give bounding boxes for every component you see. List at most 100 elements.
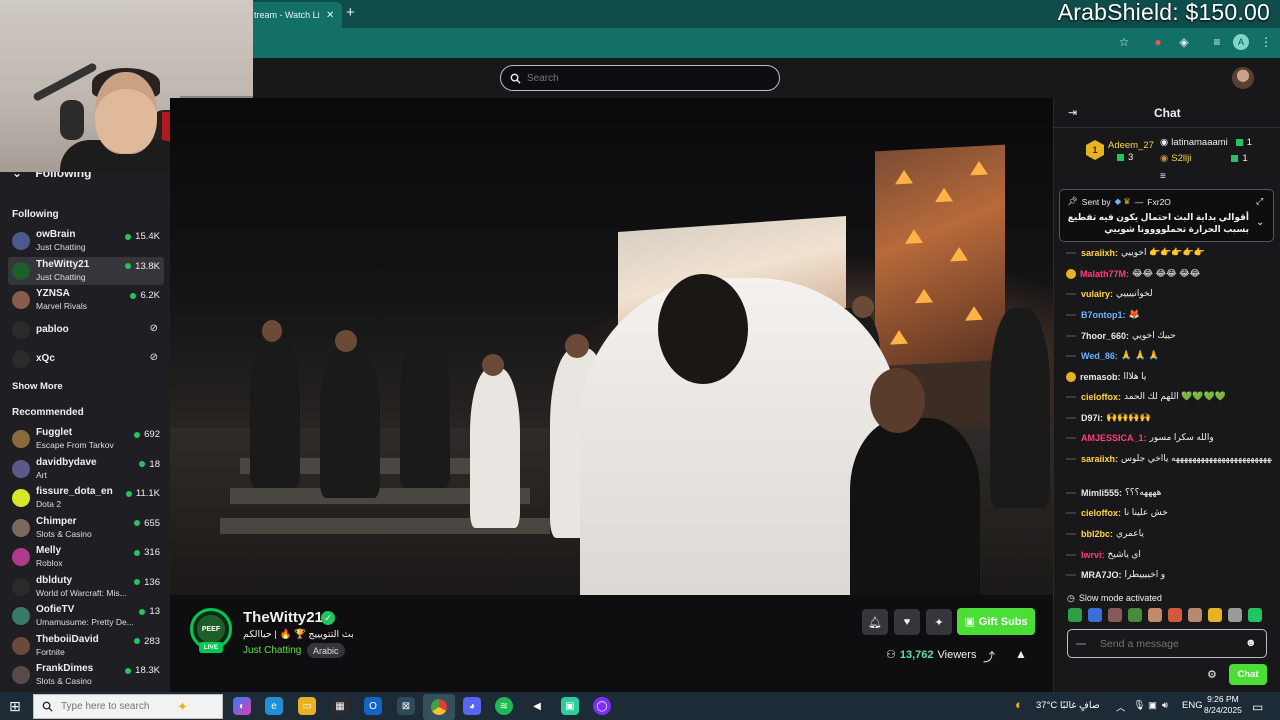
puzzle-icon[interactable]: ◈ xyxy=(1176,34,1192,50)
chat-message[interactable]: vulairy: لخوانييييي xyxy=(1066,288,1272,299)
language-tag[interactable]: Arabic xyxy=(307,643,345,658)
chat-username[interactable]: bbl2bc: xyxy=(1081,529,1113,539)
chat-message[interactable]: saraiixh: ههههههههههههههههههههههههه يااخي… xyxy=(1066,453,1272,464)
sidebar-channel[interactable]: Melly Roblox 316 xyxy=(8,543,164,571)
chat-username[interactable]: lwrvi: xyxy=(1081,550,1105,560)
store-icon[interactable]: ▦ xyxy=(331,697,349,715)
sidebar-channel[interactable]: Chimper Slots & Casino 655 xyxy=(8,514,164,542)
obs-icon[interactable]: ◯ xyxy=(593,697,611,715)
emote-icon[interactable] xyxy=(1148,608,1162,622)
discord-icon[interactable]: ◕ xyxy=(463,697,481,715)
emote-icon[interactable] xyxy=(1168,608,1182,622)
app-icon[interactable]: ▣ xyxy=(561,697,579,715)
sidebar-channel[interactable]: TheWitty21 Just Chatting 13.8K xyxy=(8,256,164,285)
microphone-icon[interactable]: 🎙︎ xyxy=(1133,700,1145,711)
video-player[interactable] xyxy=(170,98,1053,595)
emote-icon[interactable] xyxy=(1228,608,1242,622)
emote-icon[interactable] xyxy=(1068,608,1082,622)
leader-3[interactable]: ◉ S2llji 1 xyxy=(1160,153,1248,164)
sidebar-channel[interactable]: dblduty World of Warcraft: Mis... 136 xyxy=(8,573,164,601)
emote-picker-icon[interactable]: ☻ xyxy=(1245,637,1257,649)
chrome-taskbar-active[interactable] xyxy=(423,694,455,720)
profile-icon[interactable]: A xyxy=(1233,34,1249,50)
chat-username[interactable]: Wed_86: xyxy=(1081,351,1118,361)
chat-message[interactable]: D97i: 🙌🙌🙌🙌 xyxy=(1066,412,1272,423)
share-icon[interactable]: ⤴ xyxy=(983,648,995,665)
chat-input-box[interactable] xyxy=(1067,629,1267,658)
sidebar-channel[interactable]: TheboiiDavid Fortnite 283 xyxy=(8,632,164,660)
chat-username[interactable]: Malath77M: xyxy=(1080,269,1129,279)
chat-username[interactable]: MRA7JO: xyxy=(1081,570,1122,580)
chat-message[interactable]: AMJESSICA_1: والله سكرا مسور xyxy=(1066,432,1272,443)
chat-message[interactable]: MRA7JO: و اخييييطرا xyxy=(1066,569,1272,580)
xbox-icon[interactable]: ⊠ xyxy=(397,697,415,715)
windows-start-icon[interactable]: ⊞ xyxy=(9,698,21,715)
search-input[interactable] xyxy=(527,72,757,84)
chat-username[interactable]: B7ontop1: xyxy=(1081,310,1126,320)
emote-icon[interactable] xyxy=(1108,608,1122,622)
sidebar-channel[interactable]: owBrain Just Chatting 15.4K xyxy=(8,227,164,255)
channel-name[interactable]: TheWitty21 xyxy=(243,609,323,626)
taskbar-search-input[interactable] xyxy=(61,701,171,712)
language-indicator[interactable]: ENG xyxy=(1182,700,1203,711)
capcut-icon[interactable]: ◀ xyxy=(528,697,546,715)
chat-message[interactable]: saraiixh: اخوييي 👉👉👉👉👉 xyxy=(1066,247,1272,258)
clock[interactable]: 9:26 PM 8/24/2025 xyxy=(1204,694,1242,716)
emote-icon[interactable] xyxy=(1088,608,1102,622)
collapse-chat-icon[interactable]: ⇥ xyxy=(1068,106,1077,119)
sparkle-button[interactable]: ✦ xyxy=(926,609,952,635)
chat-username[interactable]: remasob: xyxy=(1080,372,1121,382)
volume-icon[interactable]: 🔊︎ xyxy=(1162,700,1168,711)
browser-tab[interactable]: tream - Watch Liv ✕ xyxy=(248,2,342,28)
sidebar-channel[interactable]: OofieTV Umamusume: Pretty De... 13 xyxy=(8,602,164,630)
star-icon[interactable]: ☆ xyxy=(1116,34,1132,50)
search-box[interactable] xyxy=(500,65,780,91)
chat-message[interactable]: remasob: يا هلااا xyxy=(1066,371,1272,382)
extension-shield-icon[interactable]: ● xyxy=(1150,34,1166,50)
chat-message[interactable]: B7ontop1: 🦊 xyxy=(1066,309,1272,320)
show-more-link[interactable]: Show More xyxy=(12,381,63,392)
emote-icon[interactable] xyxy=(1128,608,1142,622)
sidebar-channel[interactable]: pabloo ⊘ xyxy=(8,316,164,344)
file-explorer-icon[interactable]: ▭ xyxy=(298,697,316,715)
sidebar-channel[interactable]: fissure_dota_en Dota 2 11.1K xyxy=(8,484,164,512)
copilot-icon[interactable]: ◐ xyxy=(233,697,251,715)
gear-icon[interactable]: ⚙ xyxy=(1207,668,1217,681)
chevron-up-icon[interactable]: ︿ xyxy=(1116,700,1126,714)
gift-subs-button[interactable]: ▣ Gift Subs xyxy=(957,608,1035,635)
sidebar-channel[interactable]: xQc ⊘ xyxy=(8,345,164,373)
new-tab-button[interactable]: + xyxy=(346,4,355,21)
notification-bell-button[interactable]: 🔔︎ xyxy=(862,609,888,635)
chat-message[interactable]: cieloffox: اللهم لك الحمد 💚💚💚💚 xyxy=(1066,391,1272,402)
leader-1[interactable]: Adeem_27 xyxy=(1108,140,1154,151)
chat-message[interactable]: 7hoor_660: حييك اخويي xyxy=(1066,330,1272,341)
unpin-icon[interactable]: ⤢ xyxy=(1256,196,1263,207)
emote-quick-bar[interactable] xyxy=(1068,608,1268,622)
weather-text[interactable]: 37°C صافٍ غالبًا xyxy=(1036,700,1100,711)
spotify-icon[interactable]: ≋ xyxy=(495,697,513,715)
chat-username[interactable]: saraiixh: xyxy=(1081,454,1118,464)
leader-2[interactable]: ◉ latinamaaami 1 xyxy=(1160,137,1252,148)
chat-message[interactable]: cieloffox: خش علينا نا xyxy=(1066,507,1272,518)
kebab-menu-icon[interactable]: ⋮ xyxy=(1258,34,1274,50)
chat-send-button[interactable]: Chat xyxy=(1229,664,1267,685)
chat-message[interactable]: bbl2bc: ياعمري xyxy=(1066,528,1272,539)
chat-username[interactable]: 7hoor_660: xyxy=(1081,331,1129,341)
chat-message[interactable]: lwrvi: اي ياشيخ xyxy=(1066,549,1272,560)
emote-icon[interactable] xyxy=(1188,608,1202,622)
chat-message[interactable]: Malath77M: 😂😂 😂😂 😂😂 xyxy=(1066,268,1272,279)
emote-icon[interactable] xyxy=(1248,608,1262,622)
sidebar-channel[interactable]: davidbydave Art 18 xyxy=(8,455,164,483)
chat-input[interactable] xyxy=(1100,637,1250,650)
edge-icon[interactable]: e xyxy=(265,697,283,715)
tray-app-icon[interactable]: ▣ xyxy=(1148,700,1157,711)
chat-username[interactable]: vulairy: xyxy=(1081,289,1113,299)
report-icon[interactable]: ▲ xyxy=(1015,647,1027,661)
chat-username[interactable]: cieloffox: xyxy=(1081,508,1121,518)
chat-username[interactable]: Mimli555: xyxy=(1081,488,1122,498)
emote-icon[interactable] xyxy=(1208,608,1222,622)
chat-username[interactable]: cieloffox: xyxy=(1081,392,1121,402)
chat-message[interactable]: Mimli555: ههههه؟؟؟ xyxy=(1066,487,1272,498)
chevron-down-icon[interactable]: ⌄ xyxy=(1256,217,1264,228)
user-avatar[interactable] xyxy=(1232,67,1254,89)
